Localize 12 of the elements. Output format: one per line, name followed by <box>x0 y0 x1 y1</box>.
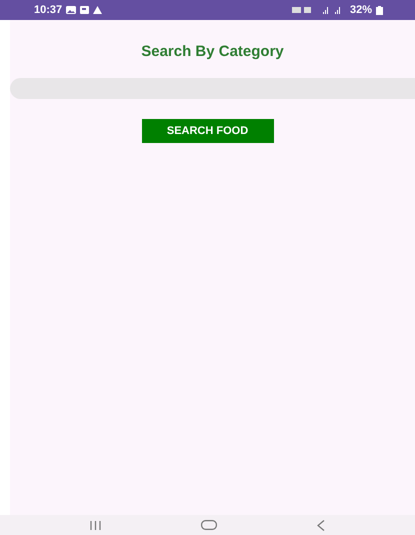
search-field[interactable] <box>10 78 415 99</box>
screen-title: Search By Category <box>141 42 284 62</box>
search-food-button[interactable]: SEARCH FOOD <box>142 119 274 143</box>
home-icon[interactable] <box>201 520 217 530</box>
notification-icon <box>80 6 90 14</box>
recent-apps-icon[interactable] <box>90 520 101 530</box>
back-icon[interactable] <box>317 520 325 530</box>
image-icon <box>66 6 76 14</box>
battery-icon <box>376 6 383 14</box>
warning-icon <box>93 6 102 14</box>
battery-level: 32% <box>350 4 372 16</box>
clock: 10:37 <box>34 4 62 16</box>
